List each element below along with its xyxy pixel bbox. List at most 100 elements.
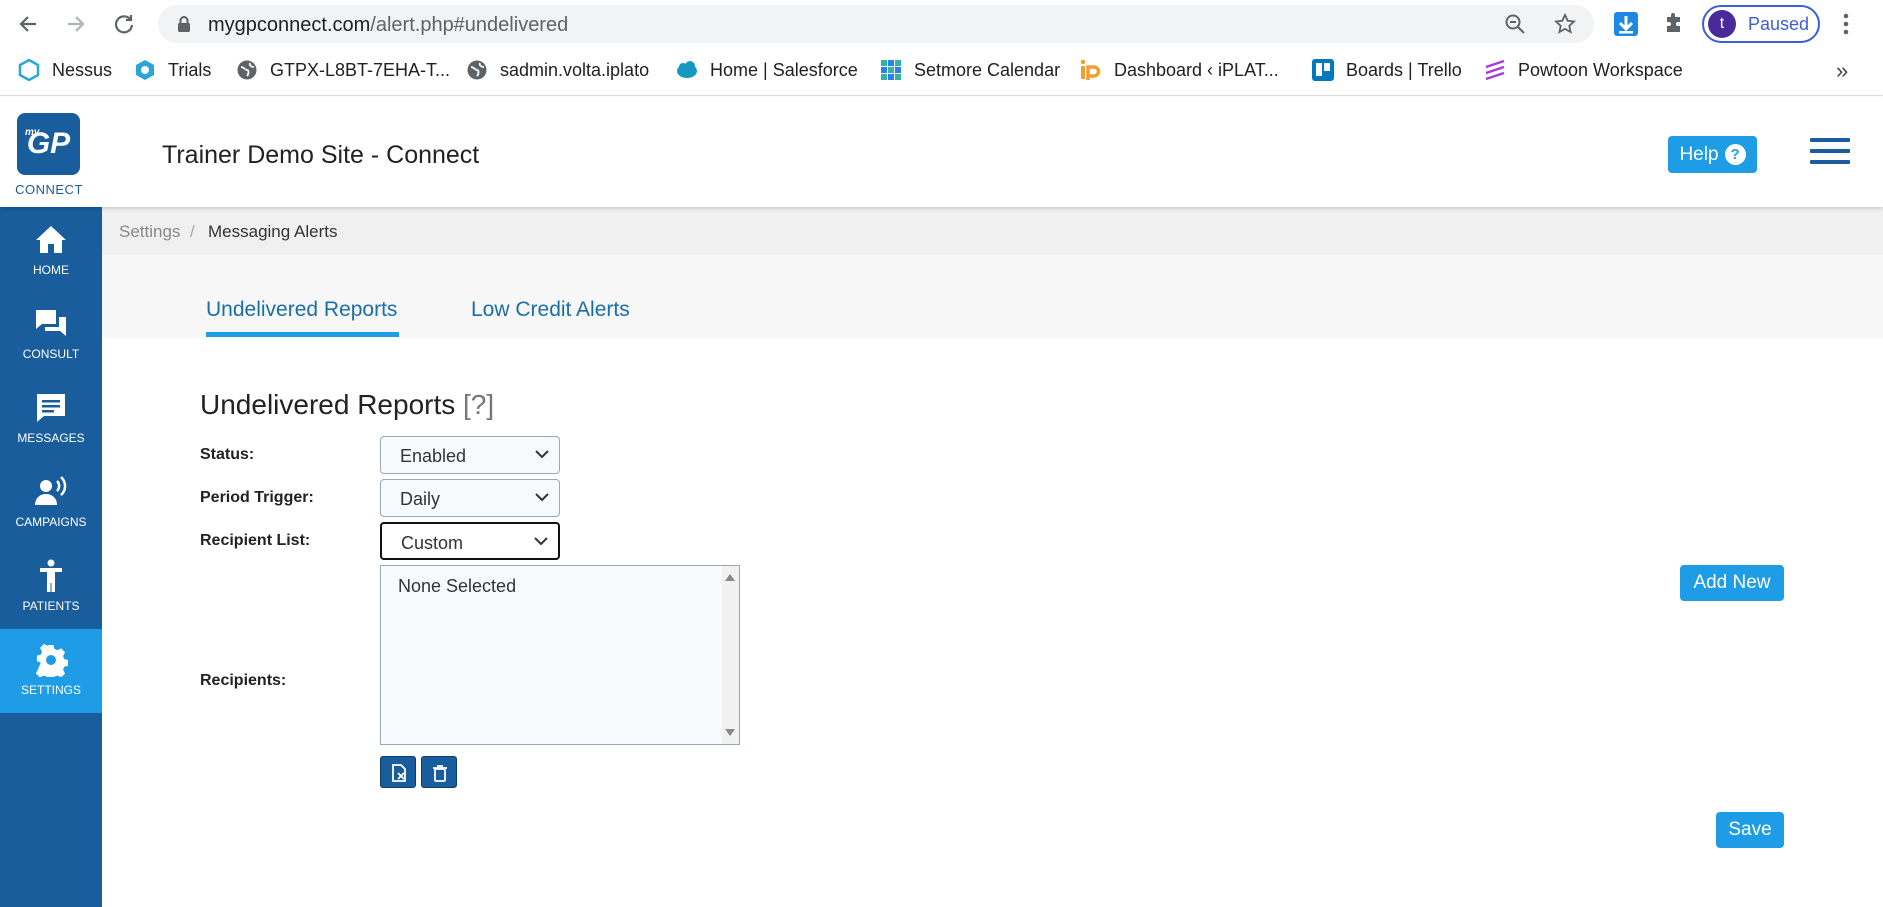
sidebar-item-label: CAMPAIGNS [15,515,87,529]
bookmarks-more-button[interactable]: » [1836,58,1848,84]
sidebar-item-patients[interactable]: PATIENTS [0,545,102,629]
sidebar-item-messages[interactable]: MESSAGES [0,377,102,461]
recipient-list-select-value: Custom [401,533,464,553]
breadcrumb-separator: / [190,222,195,241]
recipients-listbox[interactable]: None Selected [380,565,740,745]
listbox-scrollbar[interactable] [722,566,739,744]
url-text: mygpconnect.com/alert.php#undelivered [208,14,568,37]
sidebar-item-settings[interactable]: SETTINGS [0,629,102,713]
address-bar[interactable]: mygpconnect.com/alert.php#undelivered [158,5,1594,43]
trash-icon [433,765,447,782]
recipients-label: Recipients: [200,672,287,689]
chevron-down-icon [535,450,549,459]
recipients-option[interactable]: None Selected [398,576,516,597]
globe-icon [467,60,487,80]
logo-my: my [25,127,40,138]
chevron-down-icon [534,537,548,546]
hamburger-menu-icon[interactable] [1810,138,1850,166]
reload-icon[interactable] [108,8,140,40]
zoom-icon[interactable] [1504,13,1526,35]
star-icon[interactable] [1554,13,1576,35]
status-label: Status: [200,446,255,463]
forward-icon[interactable] [60,8,92,40]
browser-menu-icon[interactable] [1840,12,1852,36]
nessus-icon [18,59,40,81]
status-select[interactable]: Enabled [380,436,560,474]
sidebar-item-label: HOME [33,263,69,277]
tab-bar: Undelivered Reports Low Credit Alerts [102,255,1883,338]
panel-title: Undelivered Reports [?] [200,389,494,421]
tab-low-credit-alerts[interactable]: Low Credit Alerts [471,298,630,322]
trello-icon [1312,59,1334,81]
breadcrumb: Settings / Messaging Alerts [102,207,1883,255]
globe-icon [237,60,257,80]
bookmark-trello[interactable]: Boards | Trello [1312,58,1462,82]
sidebar-item-campaigns[interactable]: CAMPAIGNS [0,461,102,545]
sidebar-item-consult[interactable]: CONSULT [0,293,102,377]
back-icon[interactable] [12,8,44,40]
url-domain: mygpconnect.com [208,14,371,36]
bookmark-gtpx[interactable]: GTPX-L8BT-7EHA-T... [236,58,450,82]
sidebar-item-label: CONSULT [22,347,80,361]
scroll-down-arrow-icon[interactable] [725,729,735,736]
bookmark-nessus[interactable]: Nessus [18,58,112,82]
sidebar-item-home[interactable]: HOME [0,209,102,293]
app-header: my GP CONNECT Trainer Demo Site - Connec… [0,97,1883,207]
bookmarks-bar: Nessus Trials GTPX-L8BT-7EHA-T... sadmin… [0,48,1883,96]
status-select-value: Enabled [400,446,467,466]
extensions-icon[interactable] [1660,10,1688,38]
profile-button[interactable]: t Paused [1702,5,1820,43]
edit-list-icon [392,764,406,782]
chevron-down-icon [535,493,549,502]
setmore-icon [881,60,901,80]
edit-recipients-button[interactable] [380,756,416,788]
panel-title-text: Undelivered Reports [200,389,456,420]
help-button[interactable]: Help ? [1668,136,1757,173]
sidebar-item-label: PATIENTS [22,599,80,613]
period-trigger-select-value: Daily [400,489,441,509]
period-trigger-select[interactable]: Daily [380,479,560,517]
recipient-list-select[interactable]: Custom [380,522,560,560]
campaigns-icon [35,476,67,505]
bookmark-label: Trials [168,59,212,80]
help-hint-link[interactable]: [?] [463,389,494,420]
recipient-list-label: Recipient List: [200,532,311,549]
trials-icon [136,60,154,80]
sidebar-item-label: SETTINGS [20,683,81,697]
add-new-button[interactable]: Add New [1680,565,1784,601]
sidebar-item-label: MESSAGES [17,431,85,445]
bookmark-label: Setmore Calendar [914,59,1061,80]
powtoon-icon [1485,59,1505,81]
download-icon[interactable] [1612,10,1640,38]
bookmark-iplato[interactable]: Dashboard ‹ iPLAT... [1080,58,1279,82]
profile-avatar: t [1708,10,1736,38]
bookmark-sadmin[interactable]: sadmin.volta.iplato [466,58,649,82]
bookmark-label: GTPX-L8BT-7EHA-T... [270,59,451,80]
home-icon [36,226,66,253]
bookmark-label: Nessus [52,59,113,80]
save-button[interactable]: Save [1716,812,1784,848]
bookmark-salesforce[interactable]: Home | Salesforce [676,58,858,82]
bookmark-label: Home | Salesforce [710,59,858,80]
period-trigger-label: Period Trigger: [200,489,314,506]
browser-toolbar: mygpconnect.com/alert.php#undelivered t … [0,0,1883,48]
breadcrumb-settings[interactable]: Settings [119,222,180,242]
tab-undelivered-reports[interactable]: Undelivered Reports [206,298,397,322]
bookmark-trials[interactable]: Trials [134,58,211,82]
consult-icon [36,310,66,336]
help-icon: ? [1724,144,1746,165]
scroll-up-arrow-icon[interactable] [725,574,735,581]
mygp-logo[interactable]: my GP [17,113,80,175]
breadcrumb-current: Messaging Alerts [208,222,338,241]
bookmark-label: Boards | Trello [1346,59,1462,80]
iplato-icon [1080,59,1101,80]
help-label: Help [1679,143,1719,165]
settings-icon [35,643,68,677]
bookmark-setmore[interactable]: Setmore Calendar [880,58,1060,82]
profile-status: Paused [1748,14,1810,34]
bookmark-label: Powtoon Workspace [1518,59,1683,80]
logo-caption: CONNECT [15,182,83,197]
delete-recipients-button[interactable] [421,756,457,788]
salesforce-icon [677,61,697,78]
bookmark-powtoon[interactable]: Powtoon Workspace [1484,58,1683,82]
